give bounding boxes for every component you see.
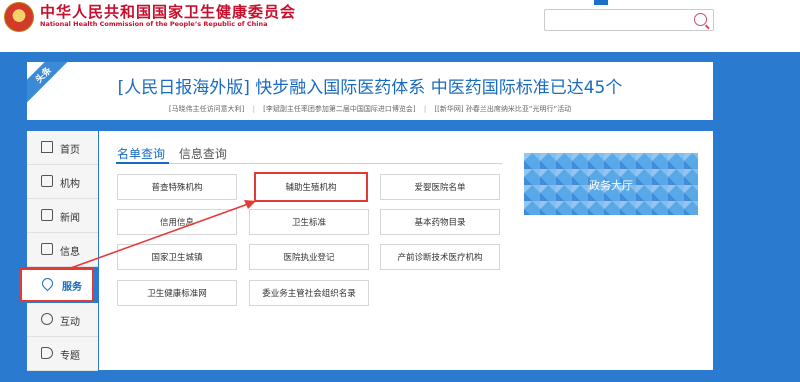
sidebar-item-label: 专题 bbox=[60, 351, 80, 362]
heart-icon bbox=[39, 275, 56, 292]
query-button[interactable]: 卫生健康标准网 bbox=[117, 280, 237, 306]
sidebar-item-label: 新闻 bbox=[60, 213, 80, 224]
search-input[interactable] bbox=[545, 12, 685, 33]
headline-card: 头条 [人民日报海外版] 快步融入国际医药体系 中医药国际标准已达45个 [马晓… bbox=[27, 62, 713, 120]
org-chart-icon bbox=[41, 175, 53, 187]
search-box[interactable] bbox=[544, 9, 714, 33]
link-separator: | bbox=[252, 105, 255, 113]
list-icon bbox=[41, 243, 53, 255]
sidebar-item-topics[interactable]: 专题 bbox=[27, 337, 98, 371]
sidebar-item-news[interactable]: 新闻 bbox=[27, 199, 98, 233]
tab-info-query[interactable]: 信息查询 bbox=[179, 145, 227, 162]
chat-icon bbox=[41, 313, 53, 325]
news-icon bbox=[41, 209, 53, 221]
gov-hall-label: 政务大厅 bbox=[589, 179, 633, 192]
link-separator: | bbox=[423, 105, 427, 113]
sidebar-item-information[interactable]: 信息 bbox=[27, 233, 98, 267]
services-panel: 名单查询 信息查询 普查特殊机构 辅助生殖机构 爱婴医院名单 信用信息 卫生标准… bbox=[99, 131, 713, 370]
sidebar-item-interaction[interactable]: 互动 bbox=[27, 303, 98, 337]
sidebar-item-label: 服务 bbox=[62, 282, 82, 293]
query-button[interactable]: 普查特殊机构 bbox=[117, 174, 237, 200]
headline-sub-links: [马晓伟主任访问意大利] | [李斌副主任率团参加第二届中国国际进口博览会] |… bbox=[27, 104, 713, 114]
site-header: 中华人民共和国国家卫生健康委员会 National Health Commiss… bbox=[0, 0, 800, 52]
tab-divider bbox=[116, 163, 502, 164]
sidebar-item-label: 机构 bbox=[60, 179, 80, 190]
query-button[interactable]: 基本药物目录 bbox=[380, 209, 500, 235]
headline-link[interactable]: [李斌副主任率团参加第二届中国国际进口博览会] bbox=[263, 105, 415, 113]
query-button[interactable]: 医院执业登记 bbox=[249, 244, 369, 270]
site-subtitle: National Health Commission of the People… bbox=[40, 20, 268, 28]
gov-service-hall-banner[interactable]: 政务大厅 bbox=[524, 153, 698, 215]
tab-list-query[interactable]: 名单查询 bbox=[117, 145, 165, 162]
site-title[interactable]: 中华人民共和国国家卫生健康委员会 bbox=[40, 1, 296, 22]
headline-title[interactable]: [人民日报海外版] 快步融入国际医药体系 中医药国际标准已达45个 bbox=[27, 73, 713, 98]
tag-icon bbox=[41, 347, 53, 359]
query-tabs: 名单查询 信息查询 bbox=[117, 145, 237, 162]
query-button[interactable]: 爱婴医院名单 bbox=[380, 174, 500, 200]
sidebar-item-label: 信息 bbox=[60, 247, 80, 258]
assisted-reproduction-button[interactable]: 辅助生殖机构 bbox=[254, 172, 368, 202]
query-button[interactable]: 卫生标准 bbox=[249, 209, 369, 235]
top-utility-tab[interactable] bbox=[594, 0, 608, 5]
query-button[interactable]: 国家卫生城镇 bbox=[117, 244, 237, 270]
national-emblem-icon bbox=[4, 2, 34, 32]
sidebar-item-home[interactable]: 首页 bbox=[27, 131, 98, 165]
house-icon bbox=[41, 141, 53, 153]
query-button[interactable]: 信用信息 bbox=[117, 209, 237, 235]
query-button[interactable]: 委业务主管社会组织名录 bbox=[249, 280, 369, 306]
search-icon[interactable] bbox=[694, 13, 707, 26]
sidebar-item-label: 互动 bbox=[60, 317, 80, 328]
active-tab-indicator bbox=[116, 162, 169, 164]
headline-link[interactable]: [[新华网] 孙春兰出席纳米比亚“光明行”活动 bbox=[434, 105, 571, 113]
headline-link[interactable]: [马晓伟主任访问意大利] bbox=[169, 105, 244, 113]
sidebar-item-label: 首页 bbox=[60, 145, 80, 156]
sidebar-item-services[interactable]: 服务 bbox=[20, 268, 94, 302]
query-button[interactable]: 产前诊断技术医疗机构 bbox=[380, 244, 500, 270]
sidebar-item-institutions[interactable]: 机构 bbox=[27, 165, 98, 199]
sidebar-nav: 首页 机构 新闻 信息 服务 互动 专题 bbox=[20, 131, 98, 371]
